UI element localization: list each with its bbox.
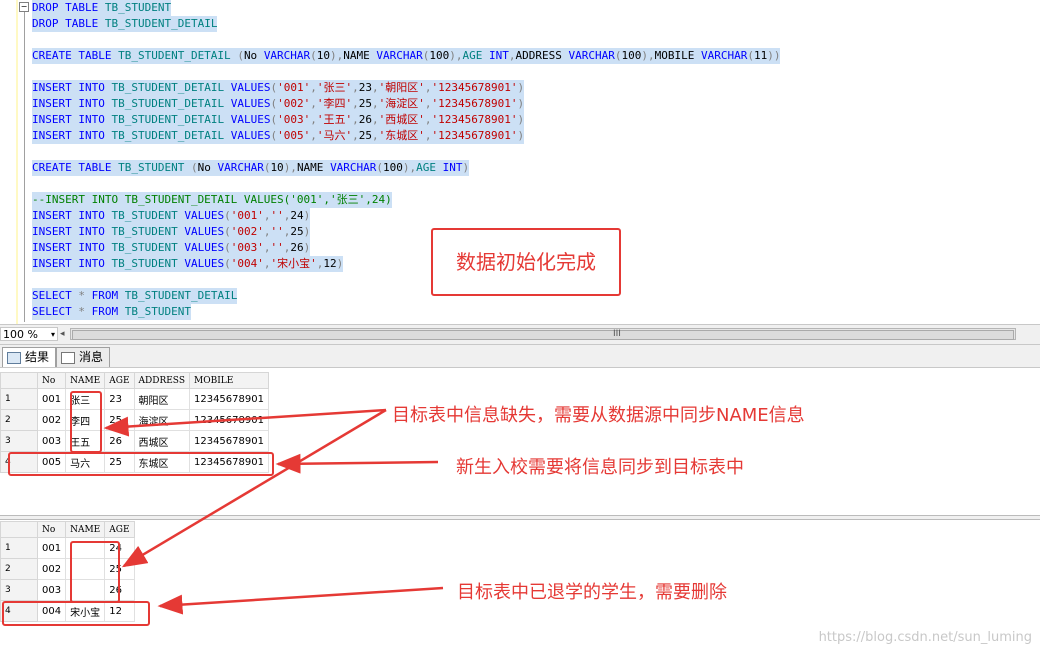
annotation-arrows xyxy=(103,408,444,615)
arrow-to-name-column xyxy=(103,408,387,437)
watermark: https://blog.csdn.net/sun_luming xyxy=(818,630,1032,645)
arrow-to-empty-names xyxy=(121,408,387,568)
arrow-to-withdrawn-row xyxy=(157,586,444,615)
arrow-to-new-row xyxy=(275,453,439,474)
